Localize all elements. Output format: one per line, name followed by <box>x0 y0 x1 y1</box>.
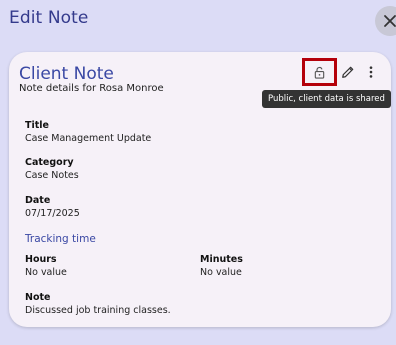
lock-open-icon <box>314 66 325 79</box>
more-vertical-icon <box>369 66 373 78</box>
pencil-icon <box>342 66 354 78</box>
visibility-lock-button[interactable] <box>302 58 337 86</box>
note-value: Discussed job training classes. <box>25 305 171 316</box>
minutes-label: Minutes <box>200 254 243 265</box>
more-options-button[interactable] <box>363 64 379 80</box>
note-card: Client Note Note details for Rosa Monroe… <box>9 52 391 327</box>
hours-value: No value <box>25 267 67 278</box>
page-title: Edit Note <box>9 8 89 28</box>
date-value: 07/17/2025 <box>25 208 80 219</box>
minutes-value: No value <box>200 267 242 278</box>
category-label: Category <box>25 157 74 168</box>
date-label: Date <box>25 195 51 206</box>
tracking-time-heading: Tracking time <box>25 233 96 245</box>
close-icon <box>384 15 396 27</box>
title-label: Title <box>25 120 49 131</box>
hours-label: Hours <box>25 254 57 265</box>
close-button[interactable] <box>375 6 396 36</box>
note-label: Note <box>25 292 51 303</box>
card-subtitle: Note details for Rosa Monroe <box>19 83 164 94</box>
edit-button[interactable] <box>340 64 356 80</box>
category-value: Case Notes <box>25 170 79 181</box>
title-value: Case Management Update <box>25 133 152 144</box>
visibility-tooltip: Public, client data is shared <box>262 90 391 108</box>
card-title: Client Note <box>19 64 114 84</box>
